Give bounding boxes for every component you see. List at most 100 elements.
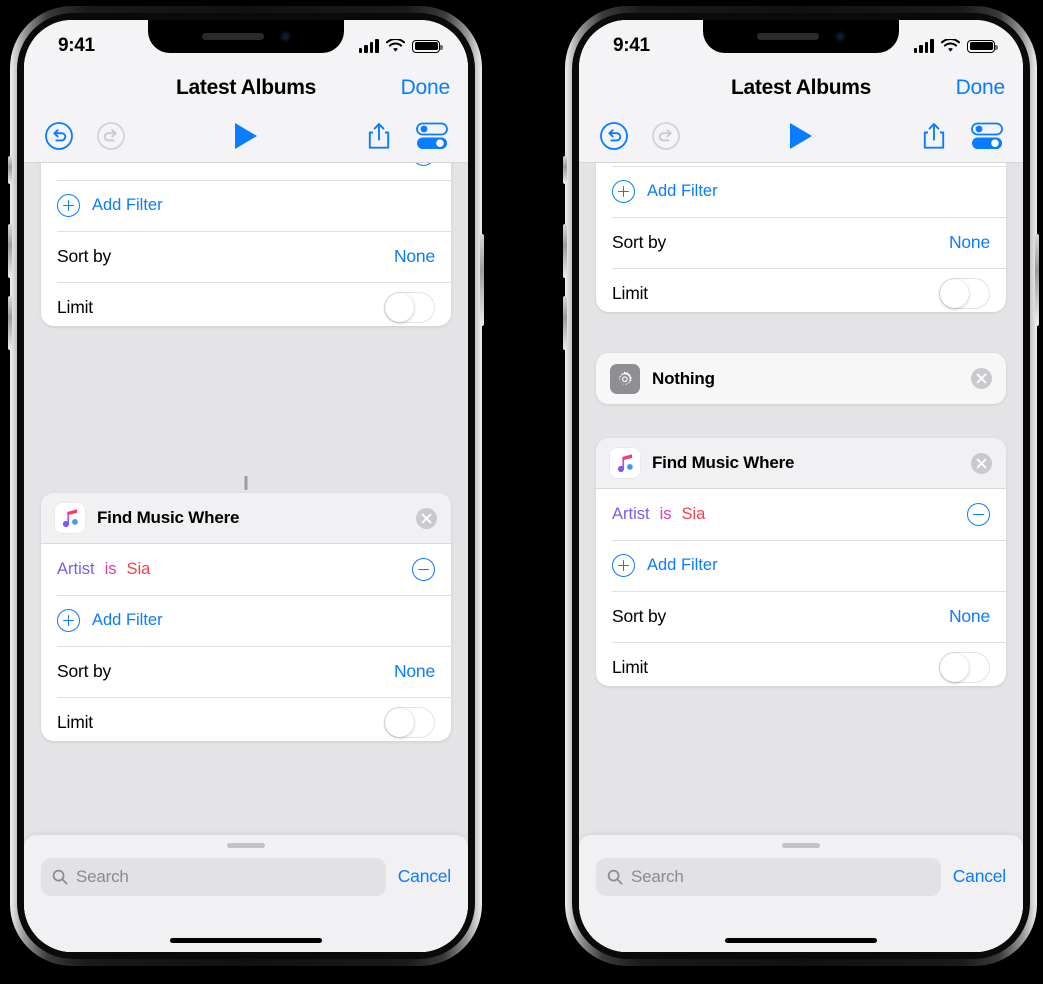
done-button[interactable]: Done bbox=[401, 76, 451, 100]
music-app-icon bbox=[610, 448, 640, 478]
page-title: Latest Albums bbox=[730, 76, 871, 99]
editor-toolbar-left bbox=[24, 110, 468, 162]
card-title: Nothing bbox=[652, 368, 715, 388]
home-indicator[interactable] bbox=[725, 937, 877, 943]
silent-switch-right[interactable] bbox=[563, 156, 567, 184]
cellular-bars-icon bbox=[913, 38, 934, 53]
limit-label: Limit bbox=[57, 297, 93, 317]
filter-operator[interactable]: is bbox=[660, 505, 672, 524]
limit-toggle[interactable] bbox=[939, 278, 990, 309]
toggles-settings-icon[interactable] bbox=[416, 122, 448, 150]
earpiece-speaker-icon bbox=[201, 33, 264, 40]
add-filter-row[interactable]: Add Filter bbox=[41, 595, 451, 646]
plus-circle-icon[interactable] bbox=[612, 180, 635, 203]
sort-by-row[interactable]: Sort by None bbox=[596, 217, 1006, 268]
limit-toggle[interactable] bbox=[939, 652, 990, 683]
search-icon bbox=[52, 869, 68, 884]
search-placeholder: Search bbox=[631, 866, 684, 886]
status-indicators bbox=[358, 38, 443, 53]
volume-up-left[interactable] bbox=[8, 224, 12, 278]
add-filter-row[interactable]: Add Filter bbox=[596, 540, 1006, 591]
sort-by-value[interactable]: None bbox=[949, 606, 990, 627]
sort-by-value[interactable]: None bbox=[394, 246, 435, 267]
filter-key[interactable]: Artist bbox=[57, 560, 95, 579]
plus-circle-icon[interactable] bbox=[612, 554, 635, 577]
limit-row[interactable]: Limit bbox=[41, 697, 451, 741]
undo-icon[interactable] bbox=[44, 121, 74, 151]
screen-right: 9:41 Latest Albums Done Add Filter Sort … bbox=[579, 20, 1023, 952]
power-button-right[interactable] bbox=[1035, 234, 1039, 326]
wifi-icon bbox=[386, 39, 405, 52]
search-icon bbox=[607, 869, 623, 884]
run-shortcut-button[interactable] bbox=[790, 123, 812, 149]
search-placeholder: Search bbox=[76, 866, 129, 886]
add-filter-label[interactable]: Add Filter bbox=[92, 196, 163, 215]
nav-title-row-left: Latest Albums Done bbox=[24, 66, 468, 110]
cancel-button[interactable]: Cancel bbox=[953, 866, 1006, 887]
search-input[interactable]: Search bbox=[41, 857, 386, 896]
add-filter-row[interactable]: Add Filter bbox=[596, 166, 1006, 217]
volume-down-left[interactable] bbox=[8, 296, 12, 350]
volume-up-right[interactable] bbox=[563, 224, 567, 278]
battery-full-icon bbox=[412, 39, 443, 53]
close-circle-icon[interactable] bbox=[971, 368, 992, 389]
action-card-nothing[interactable]: Nothing bbox=[596, 353, 1006, 404]
action-card-find-music-2[interactable]: Find Music Where Artist is Sia Add Filte… bbox=[596, 438, 1006, 686]
redo-icon[interactable] bbox=[651, 121, 681, 151]
run-shortcut-button[interactable] bbox=[235, 123, 257, 149]
limit-row[interactable]: Limit bbox=[596, 268, 1006, 312]
card-drag-handle[interactable] bbox=[244, 476, 248, 490]
limit-row[interactable]: Limit bbox=[41, 282, 451, 326]
sort-by-value[interactable]: None bbox=[949, 232, 990, 253]
limit-toggle[interactable] bbox=[384, 292, 435, 323]
add-filter-row[interactable]: Add Filter bbox=[41, 180, 451, 231]
card-title: Find Music Where bbox=[97, 508, 240, 527]
search-input[interactable]: Search bbox=[596, 857, 941, 896]
limit-label: Limit bbox=[612, 283, 648, 303]
toolbar-left-group bbox=[599, 121, 681, 151]
filter-operator[interactable]: is bbox=[105, 560, 117, 579]
sort-by-value[interactable]: None bbox=[394, 661, 435, 682]
close-circle-icon[interactable] bbox=[416, 507, 437, 529]
filter-value[interactable]: Sia bbox=[682, 505, 706, 524]
plus-circle-icon[interactable] bbox=[57, 194, 80, 217]
action-card-find-music-2[interactable]: Find Music Where Artist is Sia Add Filte… bbox=[41, 493, 451, 741]
minus-circle-icon[interactable] bbox=[412, 558, 435, 581]
silent-switch-left[interactable] bbox=[8, 156, 12, 184]
filter-value[interactable]: Sia bbox=[127, 560, 151, 579]
toggles-settings-icon[interactable] bbox=[971, 122, 1003, 150]
search-row: Search Cancel bbox=[579, 848, 1023, 908]
add-filter-label[interactable]: Add Filter bbox=[92, 611, 163, 630]
search-tray-left: Search Cancel bbox=[24, 834, 468, 952]
toolbar-right-group bbox=[921, 121, 1003, 151]
minus-circle-icon[interactable] bbox=[967, 503, 990, 526]
close-circle-icon[interactable] bbox=[971, 452, 992, 474]
share-icon[interactable] bbox=[921, 121, 947, 151]
status-time: 9:41 bbox=[613, 35, 650, 56]
play-icon bbox=[235, 123, 257, 149]
filter-row[interactable]: Artist is Sia bbox=[41, 544, 451, 595]
volume-down-right[interactable] bbox=[563, 296, 567, 350]
music-app-icon bbox=[55, 503, 85, 533]
limit-row[interactable]: Limit bbox=[596, 642, 1006, 686]
sort-by-row[interactable]: Sort by None bbox=[596, 591, 1006, 642]
sort-by-row[interactable]: Sort by None bbox=[41, 646, 451, 697]
redo-icon[interactable] bbox=[96, 121, 126, 151]
add-filter-label[interactable]: Add Filter bbox=[647, 556, 718, 575]
plus-circle-icon[interactable] bbox=[57, 609, 80, 632]
done-button[interactable]: Done bbox=[956, 76, 1006, 100]
card-header: Find Music Where bbox=[596, 438, 1006, 489]
share-icon[interactable] bbox=[366, 121, 392, 151]
home-indicator[interactable] bbox=[170, 937, 322, 943]
add-filter-label[interactable]: Add Filter bbox=[647, 182, 718, 201]
filter-row[interactable]: Artist is Sia bbox=[596, 489, 1006, 540]
power-button-left[interactable] bbox=[480, 234, 484, 326]
page-title: Latest Albums bbox=[175, 76, 316, 99]
status-indicators bbox=[913, 38, 998, 53]
cancel-button[interactable]: Cancel bbox=[398, 866, 451, 887]
limit-toggle[interactable] bbox=[384, 707, 435, 738]
sort-by-row[interactable]: Sort by None bbox=[41, 231, 451, 282]
undo-icon[interactable] bbox=[599, 121, 629, 151]
search-row: Search Cancel bbox=[24, 848, 468, 908]
filter-key[interactable]: Artist bbox=[612, 505, 650, 524]
